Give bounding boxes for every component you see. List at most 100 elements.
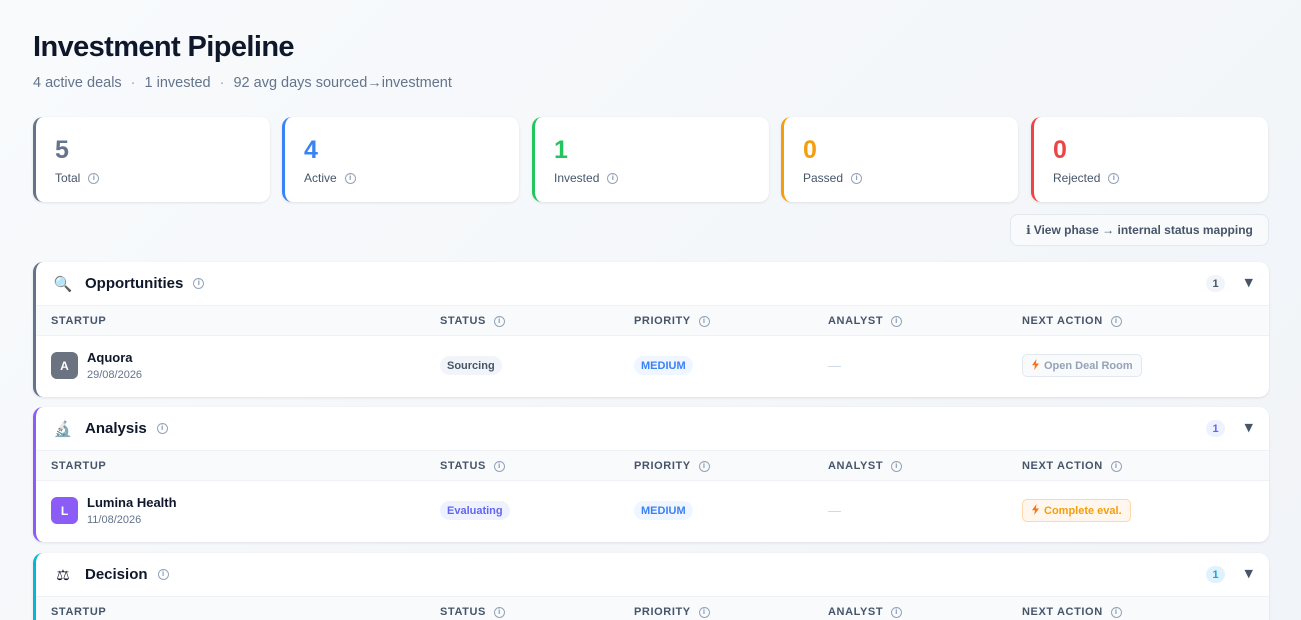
info-icon[interactable]: i [157,569,169,580]
column-header-startup[interactable]: STARTUP [51,451,106,481]
lightning-icon [1032,503,1039,518]
info-icon: ℹ [1026,223,1031,237]
phase-section-opportunities: 🔍 Opportunities i 1 ▼ STARTUP STATUS i PRIORITY i… [33,262,1269,397]
info-icon[interactable]: i [193,278,205,289]
info-icon[interactable]: i [344,172,356,184]
stat-card-active[interactable]: 4 Active i [282,117,519,202]
column-header-priority[interactable]: PRIORITY i [634,597,710,620]
info-icon[interactable]: i [1108,172,1120,184]
next-action-button[interactable]: Open Deal Room [1022,354,1142,377]
table-header: STARTUP STATUS i PRIORITY i ANALYST i NEXT ACTI… [36,451,1269,481]
table-row[interactable]: A Aquora 29/08/2026 Sourcing MEDIUM — Open Dea… [36,336,1269,395]
info-icon[interactable]: i [1110,460,1122,472]
active-deals-text: 4 active deals [33,75,122,91]
startup-name[interactable]: Aquora [87,350,142,365]
column-header-label: NEXT ACTION [1022,606,1103,618]
info-icon[interactable]: i [698,606,710,618]
info-icon[interactable]: i [493,315,505,327]
stat-label-row: Total i [55,171,270,185]
invested-text: 1 invested [144,75,211,91]
stat-value: 4 [304,136,318,164]
analyst-cell: — [828,481,841,540]
info-icon[interactable]: i [891,315,903,327]
column-header-label: PRIORITY [634,460,691,472]
info-icon[interactable]: i [156,423,168,434]
column-header-label: STARTUP [51,460,107,472]
info-icon[interactable]: i [698,460,710,472]
subtitle-separator: · [130,75,136,91]
phase-header[interactable]: ⚖ Decision i 1 ▼ [36,553,1269,597]
phase-header[interactable]: 🔍 Opportunities i 1 ▼ [36,262,1269,306]
next-action-label: Open Deal Room [1044,359,1133,372]
analyst-empty: — [828,358,841,373]
phase-section-analysis: 🔬 Analysis i 1 ▼ STARTUP STATUS i PRIORITY i ANALY… [33,407,1269,542]
column-header-label: STARTUP [51,606,107,618]
chevron-down-icon[interactable]: ▼ [1245,567,1253,580]
table-row[interactable]: L Lumina Health 11/08/2026 Evaluating MEDIUM… [36,481,1269,540]
column-header-status[interactable]: STATUS i [440,306,505,336]
column-header-label: ANALYST [828,315,884,327]
chevron-down-icon[interactable]: ▼ [1245,276,1253,289]
stat-card-passed[interactable]: 0 Passed i [781,117,1018,202]
column-header-label: PRIORITY [634,315,691,327]
column-header-analyst[interactable]: ANALYST i [828,306,903,336]
startup-avatar: A [51,352,78,379]
info-icon[interactable]: i [493,606,505,618]
chevron-down-icon[interactable]: ▼ [1245,421,1253,434]
info-icon[interactable]: i [1110,606,1122,618]
phase-header[interactable]: 🔬 Analysis i 1 ▼ [36,407,1269,451]
phase-count-badge: 1 [1206,275,1225,292]
startup-name[interactable]: Lumina Health [87,495,177,510]
next-action-cell: Open Deal Room [1022,336,1142,395]
startup-info: Aquora 29/08/2026 [87,350,142,381]
stat-label: Active [304,171,337,185]
column-header-priority[interactable]: PRIORITY i [634,451,710,481]
stat-label: Total [55,171,81,185]
phase-count-badge: 1 [1206,566,1225,583]
column-header-analyst[interactable]: ANALYST i [828,597,903,620]
phase-title: Decision [85,566,148,583]
status-cell: Evaluating [440,481,510,540]
subtitle-separator: · [219,75,225,91]
view-status-mapping-button[interactable]: ℹ View phase → internal status mapping [1010,214,1269,246]
column-header-label: STATUS [440,606,486,618]
column-header-startup[interactable]: STARTUP [51,306,106,336]
column-header-next-action[interactable]: NEXT ACTION i [1022,451,1122,481]
stat-value: 0 [1053,136,1067,164]
column-header-next-action[interactable]: NEXT ACTION i [1022,306,1122,336]
stat-card-rejected[interactable]: 0 Rejected i [1031,117,1268,202]
info-icon[interactable]: i [607,172,619,184]
info-icon[interactable]: i [1110,315,1122,327]
scales-icon: ⚖ [56,566,70,584]
status-badge: Evaluating [440,501,510,520]
phase-section-decision: ⚖ Decision i 1 ▼ STARTUP STATUS i PRIORITY i ANALY… [33,553,1269,620]
info-icon[interactable]: i [851,172,863,184]
info-icon[interactable]: i [493,460,505,472]
stat-value: 1 [554,136,568,164]
column-header-status[interactable]: STATUS i [440,597,505,620]
info-icon[interactable]: i [698,315,710,327]
stat-label: Passed [803,171,844,185]
stat-label: Invested [554,171,600,185]
page-title: Investment Pipeline [33,31,295,63]
info-icon[interactable]: i [88,172,100,184]
stat-card-invested[interactable]: 1 Invested i [532,117,769,202]
stat-card-total[interactable]: 5 Total i [33,117,270,202]
column-header-analyst[interactable]: ANALYST i [828,451,903,481]
column-header-startup[interactable]: STARTUP [51,597,106,620]
startup-info: Lumina Health 11/08/2026 [87,495,177,526]
status-cell: Sourcing [440,336,502,395]
table-header: STARTUP STATUS i PRIORITY i ANALYST i NEXT ACTI… [36,597,1269,620]
priority-cell: MEDIUM [634,481,693,540]
stat-label-row: Invested i [554,171,769,185]
startup-date: 11/08/2026 [87,514,142,526]
page-subtitle: 4 active deals · 1 invested · 92 avg day… [33,75,452,91]
next-action-button[interactable]: Complete eval. [1022,499,1131,522]
stat-value: 0 [803,136,817,164]
info-icon[interactable]: i [891,606,903,618]
info-icon[interactable]: i [891,460,903,472]
table-header: STARTUP STATUS i PRIORITY i ANALYST i NEXT ACTI… [36,306,1269,336]
column-header-status[interactable]: STATUS i [440,451,505,481]
column-header-priority[interactable]: PRIORITY i [634,306,710,336]
column-header-next-action[interactable]: NEXT ACTION i [1022,597,1122,620]
